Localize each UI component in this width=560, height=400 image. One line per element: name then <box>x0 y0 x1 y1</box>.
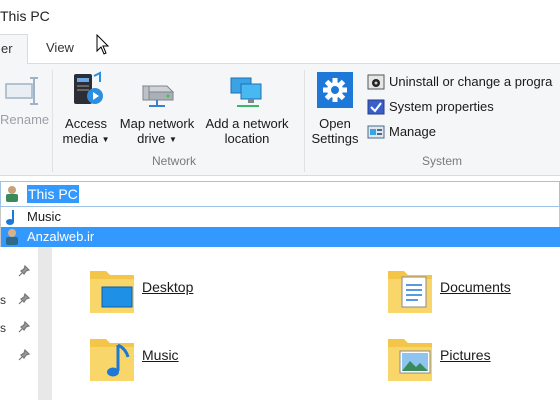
pin-icon <box>18 265 30 277</box>
folders-view: Desktop Documents Music Pictures <box>52 247 560 400</box>
title-bar: This PC <box>0 0 560 34</box>
music-note-icon <box>6 210 14 225</box>
open-settings-label-1: Open <box>319 116 351 131</box>
access-media-label-1: Access <box>65 116 107 131</box>
address-input[interactable]: This PC <box>27 185 79 203</box>
folder-label: Desktop <box>142 279 194 295</box>
pictures-folder-icon <box>388 339 432 381</box>
access-media-label-2: media <box>62 131 98 146</box>
manage-icon <box>367 125 385 139</box>
map-network-drive-icon <box>141 85 175 107</box>
navigation-pane: s s <box>0 247 38 400</box>
window-title: This PC <box>0 8 50 24</box>
desktop-folder-icon <box>90 271 134 313</box>
music-folder-icon <box>90 339 134 381</box>
map-network-drive-label-2: drive <box>137 131 166 146</box>
pin-icon <box>18 349 30 361</box>
add-network-location-button[interactable]: Add a network location <box>200 70 294 146</box>
open-settings-button[interactable]: Open Settings <box>308 70 362 146</box>
folder-label: Music <box>142 347 179 363</box>
system-group-label: System <box>422 154 463 168</box>
manage-button[interactable]: Manage <box>367 122 447 142</box>
mouse-cursor-icon <box>96 34 110 55</box>
documents-folder-icon <box>388 271 432 313</box>
dropdown-item-label: Music <box>27 209 61 224</box>
folder-music[interactable]: Music <box>88 331 348 395</box>
pin-icon <box>18 293 30 305</box>
network-group-label: Network <box>152 154 197 168</box>
folder-desktop[interactable]: Desktop <box>88 263 348 327</box>
folder-label: Pictures <box>440 347 491 363</box>
access-media-button[interactable]: Access media ▼ <box>58 70 114 147</box>
dropdown-item-anzalweb[interactable]: Anzalweb.ir <box>1 227 560 247</box>
uninstall-icon <box>367 74 385 90</box>
chevron-down-icon: ▼ <box>101 135 110 145</box>
system-properties-icon <box>367 99 385 115</box>
this-pc-icon <box>6 186 18 202</box>
nav-item-label[interactable]: s <box>0 293 6 307</box>
add-network-location-label-2: location <box>224 131 270 146</box>
map-network-drive-button[interactable]: Map network drive ▼ <box>114 70 200 147</box>
pin-icon <box>18 321 30 333</box>
rename-button[interactable]: Rename <box>0 76 50 127</box>
gear-icon <box>317 72 353 108</box>
uninstall-program-label: Uninstall or change a progra <box>389 74 553 89</box>
dropdown-item-music[interactable]: Music <box>1 207 560 227</box>
tab-computer[interactable]: er <box>0 34 28 65</box>
tab-view[interactable]: View <box>36 34 84 64</box>
address-bar[interactable]: This PC <box>0 181 560 207</box>
add-network-location-icon <box>230 77 262 107</box>
dropdown-item-label: Anzalweb.ir <box>27 229 95 244</box>
group-separator <box>304 70 305 172</box>
nav-item-label[interactable]: s <box>0 321 6 335</box>
access-media-icon <box>74 71 103 104</box>
rename-icon <box>5 77 38 105</box>
user-icon <box>6 229 18 245</box>
folder-label: Documents <box>440 279 511 295</box>
chevron-down-icon: ▼ <box>168 135 177 145</box>
manage-label: Manage <box>389 124 436 139</box>
uninstall-program-button[interactable]: Uninstall or change a progra <box>367 72 560 92</box>
folder-pictures[interactable]: Pictures <box>386 331 560 395</box>
add-network-location-label-1: Add a network <box>205 116 289 131</box>
ribbon-tabs: er View <box>0 34 560 65</box>
folder-documents[interactable]: Documents <box>386 263 560 327</box>
nav-pane-scrollbar[interactable] <box>38 247 52 400</box>
system-properties-label: System properties <box>389 99 494 114</box>
group-separator <box>52 70 53 172</box>
map-network-drive-label-1: Map network <box>119 116 195 131</box>
ribbon: Rename Access media ▼ Map network drive … <box>0 64 560 176</box>
rename-label: Rename <box>0 112 50 127</box>
open-settings-label-2: Settings <box>311 131 359 146</box>
address-dropdown: Music Anzalweb.ir <box>0 207 560 247</box>
system-properties-button[interactable]: System properties <box>367 97 507 117</box>
